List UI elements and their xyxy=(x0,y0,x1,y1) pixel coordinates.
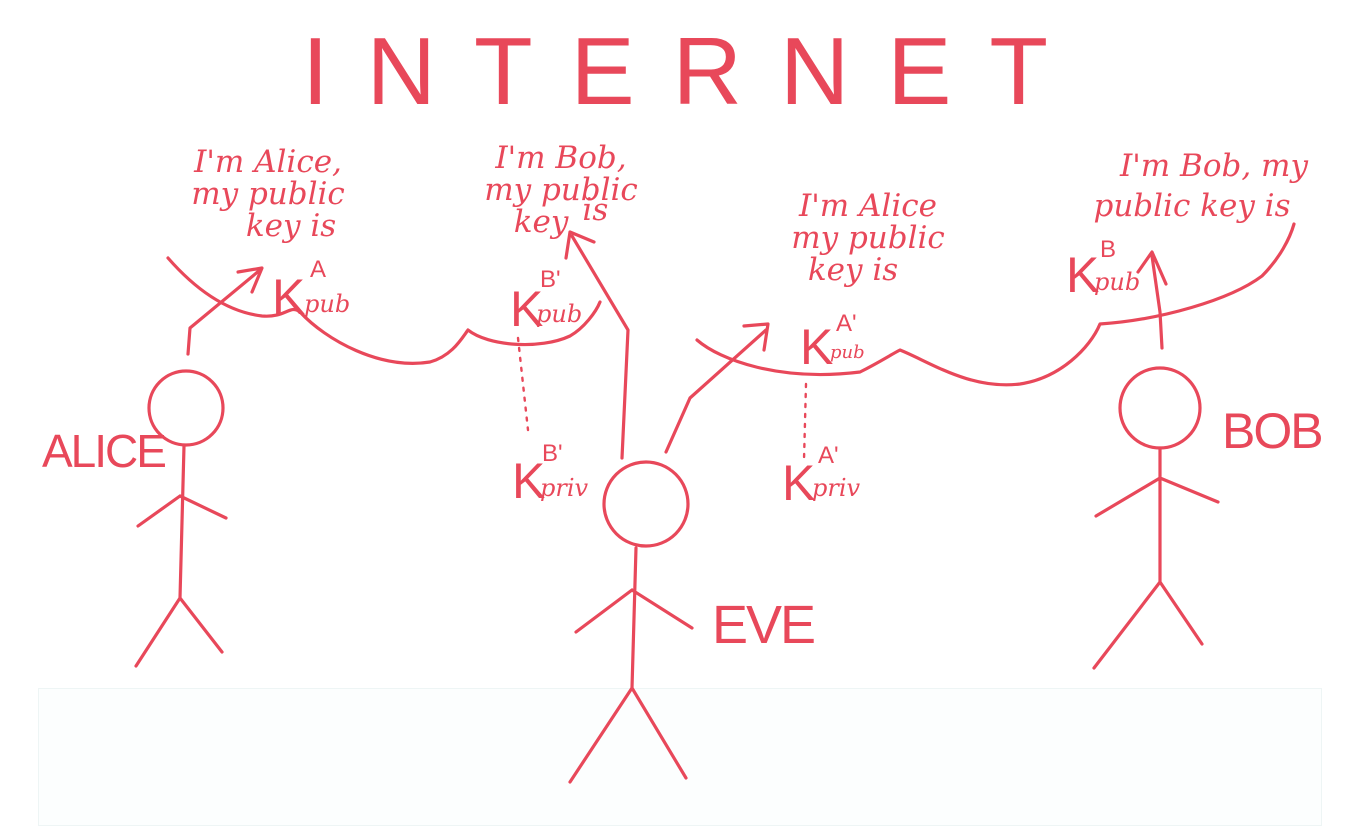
eve-head xyxy=(602,460,690,548)
message-line: my public xyxy=(191,176,345,212)
alice-body xyxy=(134,444,228,668)
key-eve-a-pub: K A' pub xyxy=(800,312,865,375)
bob-body xyxy=(1092,446,1220,670)
key-subscript: pub xyxy=(1094,268,1141,296)
label-alice: ALICE xyxy=(42,425,167,477)
message-line: I'm Alice, xyxy=(194,144,342,180)
key-subscript: pub xyxy=(536,300,583,328)
key-symbol: K xyxy=(782,455,816,511)
key-subscript: pub xyxy=(830,342,865,363)
key-symbol: K xyxy=(800,319,834,375)
message-line: my public xyxy=(484,172,638,208)
message-line: I'm Bob, my xyxy=(1120,148,1308,184)
message-eve-to-bob: I'm Alice my public key is xyxy=(770,190,966,286)
key-eve-b-priv: K B' priv xyxy=(512,442,588,507)
message-line: I'm Alice xyxy=(799,188,937,224)
eve-arrow-right xyxy=(664,322,770,454)
dotted-link-a-priv xyxy=(802,382,808,462)
key-subscript: priv xyxy=(812,474,861,502)
key-superscript: B' xyxy=(542,440,563,467)
bob-arrow xyxy=(1136,250,1168,350)
key-superscript: A' xyxy=(836,310,857,337)
bob-head xyxy=(1118,366,1202,450)
internet-title: INTERNET xyxy=(302,18,1086,125)
key-subscript: priv xyxy=(540,474,589,502)
key-eve-a-priv: K A' priv xyxy=(782,444,860,511)
key-symbol: K xyxy=(272,269,306,325)
label-bob: BOB xyxy=(1222,403,1324,459)
message-line: my public xyxy=(791,220,945,256)
label-eve: EVE xyxy=(712,595,816,655)
key-subscript: pub xyxy=(304,290,351,318)
alice-arrow xyxy=(186,266,264,356)
key-superscript: B' xyxy=(540,266,561,293)
message-line: I'm Bob, xyxy=(495,140,627,176)
eve-arrow-left xyxy=(564,230,630,460)
message-line: is xyxy=(582,192,609,228)
diagram-canvas: INTERNET I'm Alice, my public key is I'm… xyxy=(0,0,1356,830)
message-line: key is xyxy=(807,252,899,288)
key-superscript: A xyxy=(310,256,327,283)
message-alice-to-eve: I'm Alice, my public key is xyxy=(168,146,368,242)
dotted-link-b-priv xyxy=(516,336,530,432)
key-bob-pub: K B pub xyxy=(1066,238,1140,301)
key-eve-b-pub: K B' pub xyxy=(510,268,582,335)
message-eve-to-alice: I'm Bob, my public key is xyxy=(456,142,666,238)
key-alice-pub: K A pub xyxy=(272,258,350,325)
message-line: key xyxy=(513,204,569,240)
message-bob-to-eve: I'm Bob, my public key is xyxy=(1090,146,1338,226)
message-line: key is xyxy=(245,208,337,244)
eve-body xyxy=(568,546,694,784)
message-line: public key is xyxy=(1093,188,1291,224)
key-superscript: B xyxy=(1100,236,1117,263)
key-superscript: A' xyxy=(818,442,839,469)
